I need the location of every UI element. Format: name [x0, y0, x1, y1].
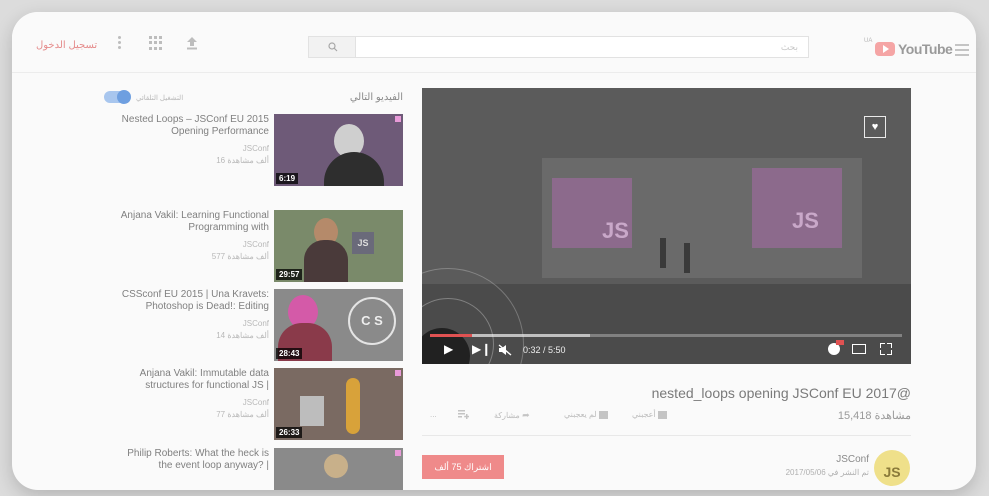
- recommended-views: 577 ألف مشاهدة: [211, 252, 269, 261]
- channel-avatar[interactable]: JS: [874, 450, 910, 486]
- section-divider: [422, 435, 911, 436]
- js-logo-icon: JS: [352, 232, 374, 254]
- subscribe-button[interactable]: اشتراك 75 ألف: [422, 455, 504, 479]
- theater-icon[interactable]: [852, 344, 866, 354]
- recommended-video[interactable]: Philip Roberts: What the heck is the eve…: [112, 448, 403, 490]
- video-thumbnail[interactable]: JS 29:57: [274, 210, 403, 282]
- share-button[interactable]: مشاركة ➦: [494, 410, 530, 421]
- time-display: 0:32 / 5:50: [523, 345, 566, 355]
- search-input[interactable]: بحث: [355, 36, 809, 58]
- youtube-logo-text[interactable]: YouTube: [898, 41, 953, 57]
- browser-frame: تسجيل الدخول بحث UA YouTube JS JS ♥ ▶ ▶❙…: [12, 12, 976, 490]
- search-icon: [328, 42, 338, 52]
- recommended-views: 16 ألف مشاهدة: [216, 156, 269, 165]
- heart-icon[interactable]: ♥: [864, 116, 886, 138]
- search-button[interactable]: [308, 36, 356, 58]
- recommended-title[interactable]: Philip Roberts: What the heck is the eve…: [112, 448, 269, 472]
- recommended-video[interactable]: 6:19 Nested Loops – JSConf EU 2015 Openi…: [112, 114, 403, 196]
- view-count: 15,418 مشاهدة: [837, 410, 911, 422]
- thumbs-down-icon: [598, 410, 608, 419]
- recommended-channel: JSConf: [242, 240, 269, 249]
- play-icon[interactable]: ▶: [444, 342, 453, 356]
- video-thumbnail[interactable]: 6:19: [274, 114, 403, 186]
- performer-figure: [660, 238, 666, 268]
- video-duration: 6:19: [276, 173, 299, 184]
- speaker-figure: [304, 240, 348, 282]
- autoplay-toggle[interactable]: [104, 90, 131, 104]
- speaker-figure: [346, 378, 360, 434]
- recommended-channel: JSConf: [242, 398, 269, 407]
- thumbs-up-icon: [657, 410, 667, 419]
- country-code: UA: [864, 38, 873, 44]
- recommended-channel: JSConf: [242, 319, 269, 328]
- video-title: nested_loops opening JSConf EU 2017@: [651, 385, 911, 401]
- youtube-logo-icon[interactable]: [875, 42, 895, 56]
- recommended-title[interactable]: Anjana Vakil: Learning Functional Progra…: [112, 210, 269, 234]
- recommended-views: 77 ألف مشاهدة: [216, 410, 269, 419]
- like-label: أعجبني: [632, 410, 656, 419]
- recommended-channel: JSConf: [242, 144, 269, 153]
- video-player[interactable]: JS JS ♥ ▶ ▶❙ 0:32 / 5:50: [422, 88, 911, 364]
- share-icon: ➦: [522, 410, 530, 420]
- speaker-figure: [324, 152, 384, 186]
- video-actions: ... مشاركة ➦ لم يعجبني أعجبني: [430, 408, 730, 424]
- recommended-video[interactable]: 26:33 Anjana Vakil: Immutable data struc…: [112, 368, 403, 442]
- up-next-heading: الفيديو التالي: [349, 92, 403, 103]
- channel-badge-icon: [395, 370, 401, 376]
- recommended-views: 14 ألف مشاهدة: [216, 331, 269, 340]
- share-label: مشاركة: [494, 411, 520, 420]
- speaker-figure: [324, 454, 348, 478]
- podium-shape: [300, 396, 324, 426]
- video-duration: 26:33: [276, 427, 303, 438]
- stage-banner-left: JS: [602, 218, 629, 243]
- publish-date: تم النشر في 2017/05/06: [785, 468, 869, 477]
- recommended-video[interactable]: JS 29:57 Anjana Vakil: Learning Function…: [112, 210, 403, 284]
- video-thumbnail[interactable]: 26:33: [274, 368, 403, 440]
- cssconf-logo-icon: C S: [348, 297, 396, 345]
- autoplay-label: التشغيل التلقائي: [136, 95, 184, 102]
- like-button[interactable]: أعجبني: [632, 410, 667, 419]
- next-icon[interactable]: ▶❙: [472, 342, 491, 356]
- recommended-title[interactable]: CSSconf EU 2015 | Una Kravets: Photoshop…: [112, 289, 269, 313]
- recommended-video[interactable]: C S 28:43 CSSconf EU 2015 | Una Kravets:…: [112, 289, 403, 363]
- video-thumbnail[interactable]: [274, 448, 403, 490]
- more-actions-button[interactable]: ...: [430, 410, 437, 419]
- performer-figure: [684, 243, 690, 273]
- progress-played: [430, 334, 473, 337]
- masthead: تسجيل الدخول بحث UA YouTube: [12, 12, 976, 73]
- add-to-playlist-icon[interactable]: [458, 410, 469, 419]
- dislike-button[interactable]: لم يعجبني: [564, 410, 608, 419]
- apps-grid-icon[interactable]: [149, 36, 163, 50]
- dislike-label: لم يعجبني: [564, 410, 597, 419]
- video-duration: 28:43: [276, 348, 303, 359]
- upload-icon[interactable]: [186, 36, 198, 50]
- hamburger-icon[interactable]: [955, 44, 969, 59]
- mute-icon[interactable]: [498, 344, 512, 356]
- progress-bar[interactable]: [430, 334, 902, 337]
- stage-banner-right: JS: [792, 208, 819, 233]
- channel-badge-icon: [395, 116, 401, 122]
- recommended-title[interactable]: Nested Loops – JSConf EU 2015 Opening Pe…: [112, 114, 269, 138]
- kebab-menu-icon[interactable]: [118, 36, 122, 50]
- recommended-title[interactable]: Anjana Vakil: Immutable data structures …: [112, 368, 269, 392]
- sign-in-link[interactable]: تسجيل الدخول: [36, 40, 97, 51]
- fullscreen-icon[interactable]: [880, 343, 892, 355]
- channel-badge-icon: [395, 450, 401, 456]
- video-thumbnail[interactable]: C S 28:43: [274, 289, 403, 361]
- video-duration: 29:57: [276, 269, 303, 280]
- channel-name[interactable]: JSConf: [772, 454, 869, 465]
- hd-badge: [836, 340, 844, 345]
